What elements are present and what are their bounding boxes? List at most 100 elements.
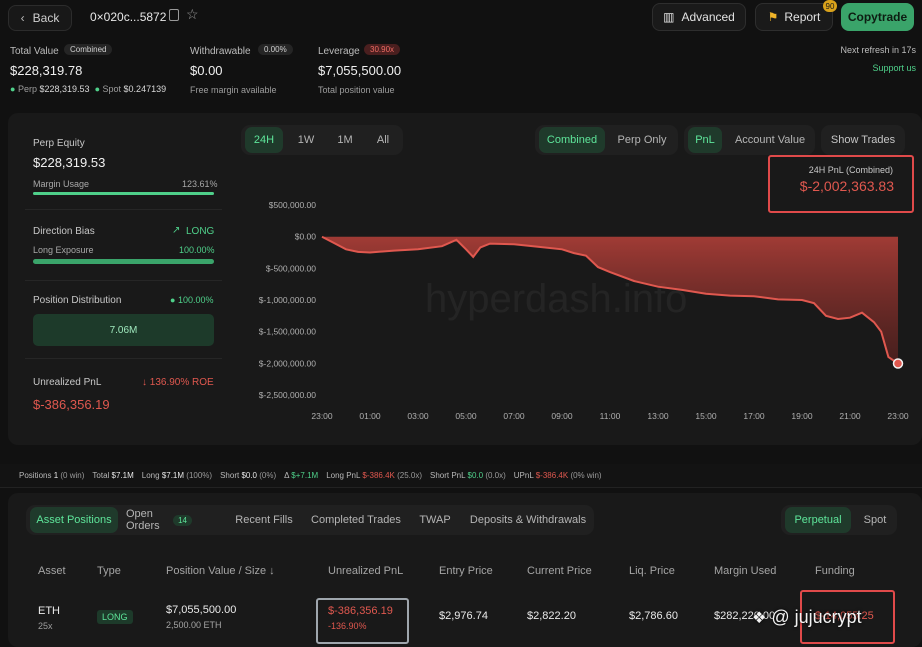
x-tick-label: 11:00	[600, 411, 621, 421]
margin-usage-label: Margin Usage	[33, 179, 90, 189]
margin-usage-bar	[33, 192, 214, 195]
pnl-summary-label: 24H PnL (Combined)	[808, 165, 893, 175]
tab-recent-fills[interactable]: Recent Fills	[230, 507, 298, 533]
tab-open-orders[interactable]: Open Orders 14	[126, 507, 192, 533]
header-type[interactable]: Type	[97, 565, 121, 577]
tab-1m[interactable]: 1M	[326, 127, 364, 153]
wallet-address: 0×020c...5872	[90, 10, 167, 24]
upnl: UPnL $-386.4K (0% win)	[513, 471, 602, 480]
entry-price: $2,976.74	[439, 610, 488, 622]
long-pnl: Long PnL $-386.4K (25.0x)	[326, 471, 422, 480]
roe-text: 136.90% ROE	[149, 377, 214, 388]
roe-value: ↓ 136.90% ROE	[142, 377, 214, 388]
show-trades-button[interactable]: Show Trades	[821, 125, 905, 155]
report-label: Report	[784, 10, 821, 24]
header-liq-price[interactable]: Liq. Price	[629, 565, 675, 577]
x-tick-label: 03:00	[407, 411, 429, 421]
x-tick-label: 19:00	[791, 411, 813, 421]
distribution-bar: 7.06M	[33, 314, 214, 346]
tab-twap[interactable]: TWAP	[414, 507, 456, 533]
watermark-text: @ jujucrypt	[771, 607, 862, 627]
tab-24h[interactable]: 24H	[245, 127, 283, 153]
flag-icon: ⚑	[767, 10, 779, 24]
pnl-summary-value: $-2,002,363.83	[799, 178, 894, 194]
support-link[interactable]: Support us	[872, 63, 916, 73]
type-badge: LONG	[97, 610, 133, 624]
x-tick-label: 01:00	[359, 411, 381, 421]
tab-pnl[interactable]: PnL	[688, 127, 722, 153]
tab-completed-trades[interactable]: Completed Trades	[308, 507, 404, 533]
position-distribution-value: ● 100.00%	[170, 295, 213, 305]
withdrawable-badge: 0.00%	[258, 44, 293, 55]
open-orders-badge: 14	[173, 514, 192, 526]
y-tick-label: $-2,500,000.00	[259, 390, 316, 400]
tab-all[interactable]: All	[364, 127, 402, 153]
open-orders-label: Open Orders	[126, 508, 160, 532]
header-unrealized-pnl[interactable]: Unrealized PnL	[328, 565, 403, 577]
current-price: $2,822.20	[527, 610, 576, 622]
y-tick-label: $-2,000,000.00	[259, 358, 316, 368]
long-exposure: Long $7.1M (100%)	[141, 471, 213, 480]
y-tick-label: $-1,500,000.00	[259, 327, 316, 337]
divider	[25, 209, 222, 210]
row-unrealized-pnl: $-386,356.19	[328, 605, 393, 617]
short-pnl: Short PnL $0.0 (0.0x)	[430, 471, 506, 480]
tab-combined[interactable]: Combined	[539, 127, 605, 153]
x-tick-label: 21:00	[839, 411, 861, 421]
long-exposure-value: 100.00%	[179, 245, 215, 255]
direction-value: LONG	[186, 226, 215, 237]
tab-perp-only[interactable]: Perp Only	[608, 127, 676, 153]
positions-summary: Positions 1 (0 win) Total $7.1M Long $7.…	[19, 471, 602, 480]
withdrawable-value: $0.00	[190, 63, 223, 78]
x-tick-label: 17:00	[743, 411, 765, 421]
source-watermark: ❖ @ jujucrypt	[752, 607, 862, 628]
advanced-label: Advanced	[681, 10, 735, 24]
header-current-price[interactable]: Current Price	[527, 565, 592, 577]
advanced-button[interactable]: ▥ Advanced	[652, 3, 746, 31]
short-exposure: Short $0.0 (0%)	[220, 471, 277, 480]
tab-deposits-withdrawals[interactable]: Deposits & Withdrawals	[466, 507, 590, 533]
x-tick-label: 13:00	[647, 411, 669, 421]
header-margin-used[interactable]: Margin Used	[714, 565, 776, 577]
perp-equity-label: Perp Equity	[33, 138, 85, 149]
chevron-left-icon: ‹	[20, 11, 25, 25]
liq-price: $2,786.60	[629, 610, 678, 622]
copy-icon[interactable]	[169, 9, 179, 21]
unrealized-pnl-label: Unrealized PnL	[33, 377, 102, 388]
perp-value: $228,319.53	[39, 84, 90, 94]
star-icon[interactable]: ☆	[186, 6, 199, 23]
tab-spot[interactable]: Spot	[855, 507, 895, 533]
back-label: Back	[32, 11, 60, 25]
total-value-badge: Combined	[64, 44, 113, 55]
perp-label: Perp	[17, 84, 37, 94]
tab-1w[interactable]: 1W	[287, 127, 325, 153]
x-tick-label: 23:00	[311, 411, 333, 421]
back-button[interactable]: ‹ Back	[8, 5, 72, 31]
refresh-text: Next refresh in 17s	[840, 45, 916, 55]
delta-exposure: Δ $+7.1M	[284, 471, 319, 480]
position-value-header-label: Position Value / Size	[166, 565, 267, 577]
spot-label: Spot	[102, 84, 122, 94]
y-tick-label: $-500,000.00	[266, 263, 316, 273]
tab-perpetual[interactable]: Perpetual	[785, 507, 851, 533]
free-margin-label: Free margin available	[190, 85, 277, 95]
tab-asset-positions[interactable]: Asset Positions	[30, 507, 118, 533]
copytrade-button[interactable]: Copytrade	[841, 3, 914, 31]
total-value-label: Total Value	[10, 46, 59, 57]
positions-count: Positions 1 (0 win)	[19, 471, 85, 480]
asset-leverage: 25x	[38, 621, 53, 631]
header-asset[interactable]: Asset	[38, 565, 66, 577]
margin-usage-value: 123.61%	[182, 179, 218, 189]
report-button[interactable]: ⚑ Report	[755, 3, 833, 31]
tab-account-value[interactable]: Account Value	[726, 127, 814, 153]
header-position-value[interactable]: Position Value / Size ↓	[166, 565, 275, 577]
x-tick-label: 05:00	[455, 411, 477, 421]
spot-value: $0.247139	[123, 84, 167, 94]
pnl-end-point	[892, 358, 904, 369]
distribution-pct: 100.00%	[177, 295, 214, 305]
leverage-badge: 30.90x	[364, 44, 401, 55]
long-exposure-label: Long Exposure	[33, 245, 94, 255]
sort-desc-icon: ↓	[269, 565, 275, 577]
header-funding[interactable]: Funding	[815, 565, 855, 577]
header-entry-price[interactable]: Entry Price	[439, 565, 493, 577]
